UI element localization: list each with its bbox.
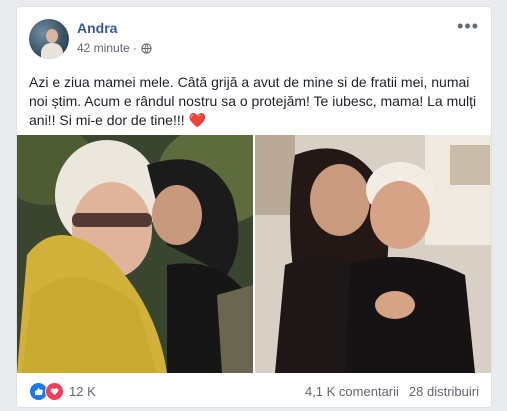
heart-emoji: ❤️: [188, 112, 206, 128]
photo-right[interactable]: [255, 135, 491, 373]
post-time[interactable]: 42 minute ·: [77, 41, 137, 55]
comments-count[interactable]: 4,1 K comentarii: [305, 384, 399, 399]
globe-icon[interactable]: [141, 42, 152, 54]
photo-right-image: [255, 135, 491, 373]
photo-left[interactable]: [17, 135, 253, 373]
photo-grid: [17, 135, 491, 373]
love-reaction-icon[interactable]: [45, 381, 64, 401]
reaction-count[interactable]: 12 K: [69, 384, 96, 399]
author-name[interactable]: Andra: [77, 20, 117, 36]
engagement-stats: 4,1 K comentarii 28 distribuiri: [305, 384, 479, 399]
shares-count[interactable]: 28 distribuiri: [409, 384, 479, 399]
post-header: Andra 42 minute · •••: [29, 17, 479, 63]
avatar-body: [41, 43, 63, 59]
avatar[interactable]: [29, 19, 69, 59]
post-text: Azi e ziua mamei mele. Câtă grijă a avut…: [29, 73, 479, 130]
post-meta: 42 minute ·: [77, 41, 152, 55]
post-stats: 12 K 4,1 K comentarii 28 distribuiri: [29, 381, 479, 401]
heart-icon: [50, 387, 59, 395]
reactions[interactable]: 12 K: [29, 381, 96, 401]
thumb-up-icon: [34, 387, 43, 395]
avatar-face: [46, 29, 58, 43]
post-text-main: Azi e ziua mamei mele. Câtă grijă a avut…: [29, 74, 477, 128]
post-card: Andra 42 minute · ••• Azi e ziua mamei m…: [16, 6, 492, 408]
more-options-icon[interactable]: •••: [457, 17, 479, 35]
photo-left-image: [17, 135, 253, 373]
